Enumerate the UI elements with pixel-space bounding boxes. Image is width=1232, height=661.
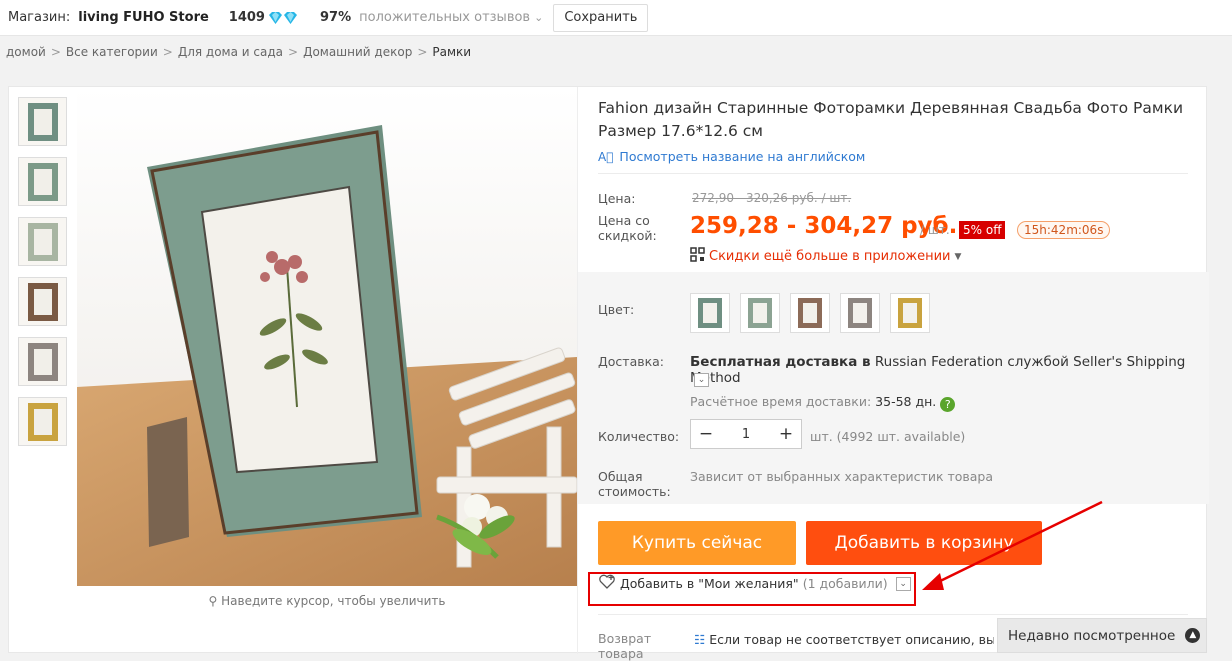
quantity-input[interactable]: 1 [721,427,771,442]
product-card: ⚲ Наведите курсор, чтобы увеличить Fahio… [8,86,1210,661]
help-icon[interactable]: ? [940,397,956,412]
countdown-timer: 15h:42m:06s [1017,221,1111,239]
thumbnail-6[interactable] [18,397,67,446]
store-score: 1409 [228,10,265,25]
breadcrumb-frames[interactable]: Рамки [432,45,471,59]
store-bar: Магазин: living FUHO Store 1409 97% поло… [0,0,1232,36]
breadcrumb-all-categories[interactable]: Все категории [66,45,158,59]
breadcrumb-separator: > [50,45,61,59]
feedback-label[interactable]: положительных отзывов [359,10,530,25]
discount-badge: 5% off [959,221,1006,239]
return-policy-text: ☷ Если товар не соответствует описанию, … [694,631,994,648]
breadcrumb-home-garden[interactable]: Для дома и сада [178,45,283,59]
thumbnail-1[interactable] [18,97,67,146]
shipping-dropdown-toggle[interactable]: ⌄ [694,373,709,387]
eta-label: Расчётное время доставки: [690,394,872,409]
breadcrumb-separator: > [417,45,428,59]
caret-down-icon: ▼ [954,251,962,262]
store-name-link[interactable]: living FUHO Store [78,10,209,25]
color-swatch-3[interactable] [790,293,830,333]
return-icon: ☷ [694,632,710,647]
app-promo-link[interactable]: Скидки ещё больше в приложении ▼ [690,247,961,266]
availability: шт. (4992 шт. available) [810,429,966,444]
divider [598,173,1188,174]
total-label: Общая стоимость: [598,469,671,499]
zoom-hint-text: Наведите курсор, чтобы увеличить [221,594,446,608]
color-swatch-4[interactable] [840,293,880,333]
price-label: Цена: [598,191,636,206]
recently-viewed-toggle[interactable]: Недавно посмотренное ▲ [997,618,1207,653]
color-label: Цвет: [598,302,635,317]
qr-code-icon [690,247,705,266]
free-shipping-text: Бесплатная доставка в [690,354,871,370]
thumbnail-3[interactable] [18,217,67,266]
shipping-label: Доставка: [598,354,665,369]
add-to-cart-button[interactable]: Добавить в корзину [806,521,1042,565]
app-promo-text[interactable]: Скидки ещё больше в приложении [709,249,951,264]
chevron-up-icon: ▲ [1185,628,1201,643]
translate-link-text[interactable]: Посмотреть название на английском [619,149,865,164]
decrease-quantity-button[interactable]: − [691,424,721,444]
breadcrumb: домой > Все категории > Для дома и сада > Д… [0,36,1232,68]
breadcrumb-home[interactable]: домой [6,45,46,59]
main-product-image[interactable] [77,87,577,586]
divider [598,614,1188,615]
thumbnail-5[interactable] [18,337,67,386]
return-label: Возврат товара [598,631,652,661]
translate-link[interactable]: A⃞ Посмотреть название на английском [598,149,865,164]
discount-price-label: Цена со скидкой: [598,213,657,243]
color-swatch-2[interactable] [740,293,780,333]
thumbnail-4[interactable] [18,277,67,326]
total-value: Зависит от выбранных характеристик товар… [690,469,994,484]
old-price: 272,90 - 320,26 руб. / шт. [692,191,852,205]
buy-now-button[interactable]: Купить сейчас [598,521,796,565]
chevron-down-icon[interactable]: ⌄ [534,11,543,24]
thumbnail-list [18,97,67,457]
zoom-hint: ⚲ Наведите курсор, чтобы увеличить [77,594,577,608]
breadcrumb-separator: > [162,45,173,59]
color-swatch-5[interactable] [890,293,930,333]
delivery-estimate: Расчётное время доставки: 35-58 дн.? [690,394,956,412]
increase-quantity-button[interactable]: + [771,424,801,444]
translate-icon: A⃞ [598,149,614,164]
discount-price: 259,28 - 304,27 руб. [690,213,958,239]
eta-days: 35-58 дн. [875,394,937,409]
annotation-highlight-box [588,572,916,606]
return-policy-body: Если товар не соответствует описанию, вы… [709,632,994,647]
breadcrumb-separator: > [288,45,299,59]
shipping-info: Бесплатная доставка в Russian Federation… [690,354,1210,386]
price-unit: / шт. [920,223,950,237]
save-store-button[interactable]: Сохранить [553,3,649,32]
feedback-percent: 97% [319,10,352,25]
search-icon: ⚲ [208,594,222,608]
quantity-label: Количество: [598,429,680,444]
product-title: Fahion дизайн Старинные Фоторамки Деревя… [598,99,1184,140]
store-label: Магазин: [8,10,71,25]
thumbnail-2[interactable] [18,157,67,206]
quantity-stepper: − 1 + [690,419,802,449]
color-swatch-1[interactable] [690,293,730,333]
recently-viewed-label[interactable]: Недавно посмотренное [1008,628,1175,644]
product-info: Fahion дизайн Старинные Фоторамки Деревя… [577,87,1210,661]
diamond-icon [268,11,298,25]
breadcrumb-home-decor[interactable]: Домашний декор [303,45,412,59]
